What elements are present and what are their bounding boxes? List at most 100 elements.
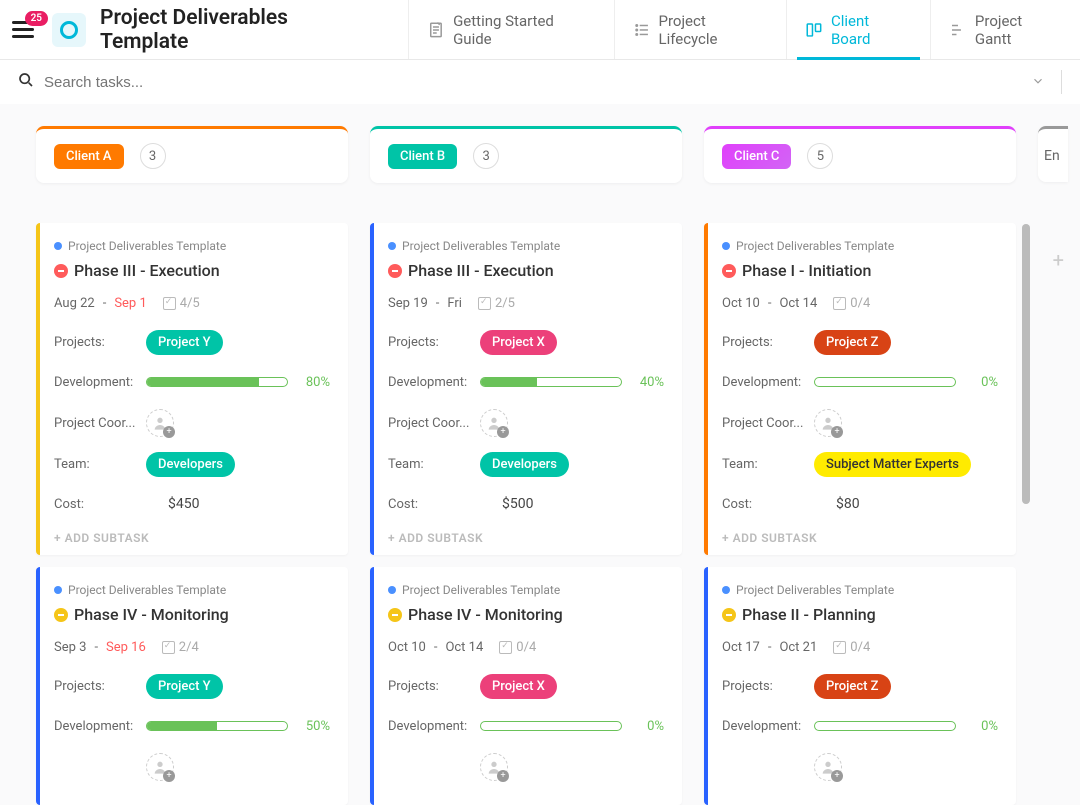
checklist-count: 2/5 — [478, 296, 515, 311]
column-client-b: Client B 3 Project Deliverables Template… — [370, 126, 682, 805]
checklist-count: 4/5 — [163, 296, 200, 311]
card-list: Project Deliverables Template Phase III … — [36, 223, 348, 805]
project-pill[interactable]: Project Z — [814, 330, 891, 355]
team-pill[interactable]: Subject Matter Experts — [814, 452, 971, 477]
project-pill[interactable]: Project Z — [814, 674, 891, 699]
assignee-placeholder[interactable] — [146, 753, 174, 781]
card-breadcrumb: Project Deliverables Template — [54, 583, 330, 597]
field-coordinator: Project Coor... — [388, 409, 664, 437]
task-card[interactable]: Project Deliverables Template Phase II -… — [704, 567, 1016, 805]
cost-value: $80 — [836, 496, 860, 512]
card-dates: Sep 19-Fri2/5 — [388, 296, 664, 311]
card-title: Phase III - Execution — [408, 261, 554, 280]
scrollbar-thumb[interactable] — [1022, 224, 1030, 504]
field-projects: Projects:Project Y — [54, 329, 330, 355]
menu-button[interactable]: 25 — [12, 21, 34, 38]
card-title: Phase IV - Monitoring — [408, 605, 563, 624]
check-icon — [162, 641, 175, 654]
column-header[interactable]: Client B 3 — [370, 126, 682, 183]
board-icon — [805, 21, 823, 39]
task-card[interactable]: Project Deliverables Template Phase IV -… — [36, 567, 348, 805]
field-development: Development:0% — [388, 713, 664, 739]
field-development: Development:40% — [388, 369, 664, 395]
progress-bar — [814, 721, 956, 731]
card-title: Phase I - Initiation — [742, 261, 871, 280]
field-development: Development:80% — [54, 369, 330, 395]
task-card[interactable]: Project Deliverables Template Phase III … — [370, 223, 682, 555]
card-title: Phase III - Execution — [74, 261, 220, 280]
task-card[interactable]: Project Deliverables Template Phase III … — [36, 223, 348, 555]
dot-icon — [722, 586, 730, 594]
column-header[interactable]: Client A 3 — [36, 126, 348, 183]
status-icon — [388, 264, 402, 278]
checklist-count: 0/4 — [499, 640, 536, 655]
progress-bar — [814, 377, 956, 387]
field-cost: Cost:$500 — [388, 491, 664, 517]
card-breadcrumb: Project Deliverables Template — [722, 239, 998, 253]
chevron-down-icon[interactable] — [1031, 73, 1045, 92]
card-title-row: Phase IV - Monitoring — [388, 605, 664, 624]
team-pill[interactable]: Developers — [480, 452, 569, 477]
progress-bar — [480, 377, 622, 387]
add-subtask-button[interactable]: + ADD SUBTASK — [388, 531, 664, 545]
add-subtask-button[interactable]: + ADD SUBTASK — [54, 531, 330, 545]
progress-percent: 40% — [630, 375, 664, 390]
team-pill[interactable]: Developers — [146, 452, 235, 477]
project-pill[interactable]: Project Y — [146, 330, 223, 355]
project-pill[interactable]: Project X — [480, 330, 557, 355]
card-title-row: Phase IV - Monitoring — [54, 605, 330, 624]
dot-icon — [54, 586, 62, 594]
project-pill[interactable]: Project X — [480, 674, 557, 699]
task-card[interactable]: Project Deliverables Template Phase IV -… — [370, 567, 682, 805]
assignee-placeholder[interactable] — [480, 409, 508, 437]
notification-badge: 25 — [25, 11, 48, 26]
card-breadcrumb: Project Deliverables Template — [54, 239, 330, 253]
tab-getting-started[interactable]: Getting Started Guide — [408, 0, 613, 59]
add-subtask-button[interactable]: + ADD SUBTASK — [722, 531, 998, 545]
field-projects: Projects:Project Z — [722, 673, 998, 699]
card-title: Phase IV - Monitoring — [74, 605, 229, 624]
divider — [1061, 70, 1062, 94]
card-title-row: Phase III - Execution — [388, 261, 664, 280]
column-client-c: Client C 5 Project Deliverables Template… — [704, 126, 1016, 805]
app-header: 25 Project Deliverables Template Getting… — [0, 0, 1080, 60]
status-icon — [54, 264, 68, 278]
column-tag: Client B — [388, 144, 457, 169]
column-count: 3 — [140, 143, 166, 169]
column-header[interactable]: Client C 5 — [704, 126, 1016, 183]
field-coordinator — [54, 753, 330, 781]
tab-project-lifecycle[interactable]: Project Lifecycle — [614, 0, 786, 59]
checklist-count: 0/4 — [833, 640, 870, 655]
tab-project-gantt[interactable]: Project Gantt — [930, 0, 1080, 59]
tab-client-board[interactable]: Client Board — [786, 0, 930, 59]
space-logo[interactable] — [52, 13, 86, 47]
kanban-board: Client A 3 Project Deliverables Template… — [0, 104, 1080, 805]
cost-value: $500 — [502, 496, 533, 512]
project-pill[interactable]: Project Y — [146, 674, 223, 699]
card-dates: Sep 3-Sep 162/4 — [54, 640, 330, 655]
add-column-icon[interactable]: + — [1053, 248, 1064, 272]
checklist-count: 2/4 — [162, 640, 199, 655]
checklist-count: 0/4 — [833, 296, 870, 311]
document-icon — [427, 21, 445, 39]
assignee-placeholder[interactable] — [146, 409, 174, 437]
column-count: 5 — [807, 143, 833, 169]
tab-label: Project Gantt — [975, 12, 1062, 48]
cost-value: $450 — [168, 496, 199, 512]
tab-label: Client Board — [831, 12, 912, 48]
column-tag: Client A — [54, 144, 124, 169]
field-cost: Cost:$450 — [54, 491, 330, 517]
search-input[interactable] — [44, 74, 1031, 91]
assignee-placeholder[interactable] — [814, 753, 842, 781]
task-card[interactable]: Project Deliverables Template Phase I - … — [704, 223, 1016, 555]
column-header-peek[interactable]: En — [1038, 126, 1068, 182]
dot-icon — [54, 242, 62, 250]
assignee-placeholder[interactable] — [480, 753, 508, 781]
field-coordinator: Project Coor... — [722, 409, 998, 437]
dot-icon — [722, 242, 730, 250]
scrollbar[interactable] — [1022, 224, 1030, 504]
assignee-placeholder[interactable] — [814, 409, 842, 437]
column-client-a: Client A 3 Project Deliverables Template… — [36, 126, 348, 805]
check-icon — [499, 641, 512, 654]
progress-percent: 0% — [964, 375, 998, 390]
